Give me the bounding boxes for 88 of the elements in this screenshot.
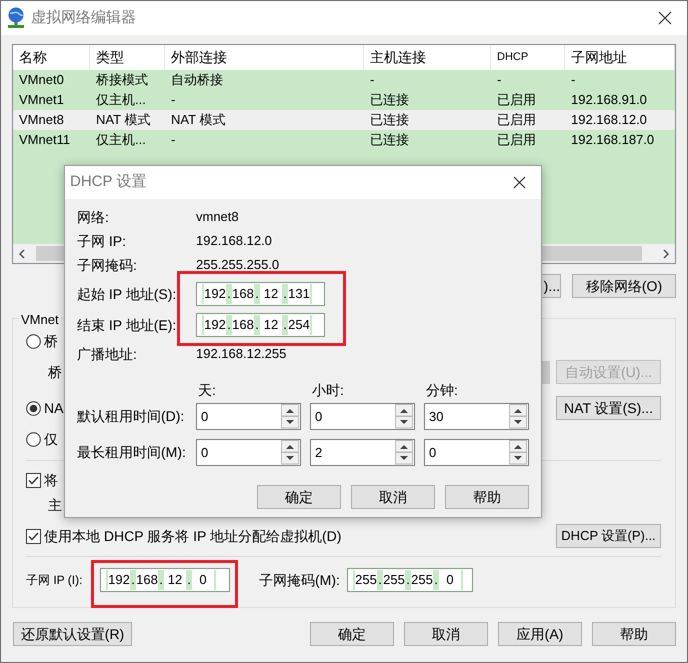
field-value: 192.168.12.0 bbox=[196, 232, 272, 250]
spin-box[interactable]: 2 bbox=[310, 439, 415, 466]
button[interactable]: 取消 bbox=[351, 485, 435, 509]
field-label: 起始 IP 地址(S): bbox=[77, 284, 178, 304]
field-label: 广播地址: bbox=[77, 344, 138, 364]
field-value: 192.168.12.255 bbox=[196, 345, 286, 364]
checkbox[interactable] bbox=[26, 528, 41, 544]
ip-address-field[interactable]: 192.168. 12 .131 bbox=[196, 282, 325, 306]
spin-arrows-icon[interactable] bbox=[395, 404, 413, 429]
table-cell: 仅主机... bbox=[96, 92, 146, 108]
scroll-left-icon[interactable] bbox=[18, 248, 26, 258]
spin-box[interactable]: 0 bbox=[196, 403, 301, 430]
radio-label[interactable]: 仅 bbox=[44, 428, 58, 450]
field-label: 最长租用时间(M): bbox=[77, 443, 187, 462]
table-cell: 仅主机... bbox=[96, 132, 146, 148]
button[interactable]: 取消 bbox=[404, 622, 488, 646]
button[interactable]: 确定 bbox=[310, 622, 394, 646]
spin-arrows-icon[interactable] bbox=[281, 440, 299, 465]
button[interactable]: DHCP 设置(P)... bbox=[556, 524, 661, 548]
spin-arrows-icon[interactable] bbox=[509, 440, 527, 465]
radio-label[interactable]: 桥 bbox=[44, 330, 58, 352]
field-label: 网络: bbox=[77, 208, 110, 226]
table-cell: - bbox=[497, 72, 502, 88]
checkbox[interactable] bbox=[26, 472, 41, 488]
field-label: 子网掩码(M): bbox=[259, 570, 341, 590]
table-cell: 192.168.91.0 bbox=[571, 92, 647, 108]
table-cell: 桥接模式 bbox=[96, 72, 148, 88]
radio-button[interactable] bbox=[26, 400, 41, 416]
table-cell: - bbox=[571, 72, 576, 88]
ip-address-field[interactable]: 255.255.255. 0 bbox=[347, 568, 473, 592]
table-cell: NAT 模式 bbox=[171, 112, 226, 128]
field-label: 子网 IP (I): bbox=[26, 572, 84, 589]
spin-arrows-icon[interactable] bbox=[281, 404, 299, 429]
button[interactable]: 帮助 bbox=[445, 485, 529, 509]
ip-address-field[interactable]: 192.168. 12 .254 bbox=[196, 313, 325, 337]
table-cell: VMnet8 bbox=[19, 112, 64, 128]
table-cell: 192.168.187.0 bbox=[571, 132, 654, 148]
table-cell: 已连接 bbox=[370, 132, 409, 148]
spin-box[interactable]: 30 bbox=[424, 403, 529, 430]
radio-label[interactable]: NA bbox=[44, 398, 64, 418]
host-adapter-label: 主 bbox=[48, 496, 62, 514]
table-cell: 自动桥接 bbox=[171, 72, 223, 88]
button[interactable]: NAT 设置(S)... bbox=[556, 396, 661, 420]
checkbox-label[interactable]: 使用本地 DHCP 服务将 IP 地址分配给虚拟机(D) bbox=[44, 526, 342, 546]
scroll-right-icon[interactable] bbox=[662, 248, 670, 258]
button[interactable]: 帮助 bbox=[592, 622, 676, 646]
table-cell: VMnet1 bbox=[19, 92, 64, 108]
table-cell: 已启用 bbox=[497, 132, 536, 148]
table-cell: 已连接 bbox=[370, 92, 409, 108]
table-cell: 已连接 bbox=[370, 112, 409, 128]
table-cell: NAT 模式 bbox=[96, 112, 150, 128]
button[interactable]: 确定 bbox=[257, 485, 341, 509]
spin-box[interactable]: 0 bbox=[424, 439, 529, 466]
table-row[interactable]: VMnet8 NAT 模式 NAT 模式 已连接 已启用 192.168.12.0 bbox=[13, 110, 675, 130]
button[interactable]: 还原默认设置(R) bbox=[13, 622, 132, 646]
column-label: 小时: bbox=[312, 380, 345, 400]
bridge-label: 桥 bbox=[48, 362, 62, 382]
dialog-title: DHCP 设置 bbox=[70, 172, 146, 192]
table-cell: 192.168.12.0 bbox=[571, 112, 647, 128]
column-label: 天: bbox=[198, 380, 217, 400]
field-label: 默认租用时间(D): bbox=[77, 407, 186, 426]
spin-arrows-icon[interactable] bbox=[509, 404, 527, 429]
table-cell: - bbox=[370, 72, 374, 88]
spin-box[interactable]: 0 bbox=[310, 403, 415, 430]
ip-address-field[interactable]: 192.168. 12 . 0 bbox=[100, 568, 230, 592]
field-label: 结束 IP 地址(E): bbox=[77, 316, 178, 335]
button[interactable]: 移除网络(O) bbox=[572, 274, 676, 298]
button[interactable]: 应用(A) bbox=[498, 622, 582, 646]
close-icon[interactable] bbox=[658, 11, 672, 25]
column-label: 分钟: bbox=[426, 380, 459, 400]
table-cell: - bbox=[171, 92, 176, 108]
checkbox-label[interactable]: 将 bbox=[44, 470, 58, 490]
radio-button[interactable] bbox=[26, 432, 41, 446]
radio-button[interactable] bbox=[26, 334, 41, 348]
table-cell: VMnet0 bbox=[19, 72, 64, 88]
field-value: 255.255.255.0 bbox=[196, 256, 280, 274]
table-cell: 已启用 bbox=[497, 112, 536, 128]
close-icon[interactable] bbox=[513, 176, 526, 189]
table-cell: - bbox=[171, 132, 176, 148]
table-cell: 已启用 bbox=[497, 92, 536, 108]
field-value: vmnet8 bbox=[196, 208, 239, 226]
spin-arrows-icon[interactable] bbox=[395, 440, 413, 465]
network-globe-icon bbox=[6, 7, 26, 29]
table-cell: VMnet11 bbox=[19, 132, 70, 148]
field-label: 子网掩码: bbox=[77, 256, 138, 274]
field-label: 子网 IP: bbox=[77, 232, 128, 250]
window-title: 虚拟网络编辑器 bbox=[31, 8, 136, 28]
spin-box[interactable]: 0 bbox=[196, 439, 301, 466]
